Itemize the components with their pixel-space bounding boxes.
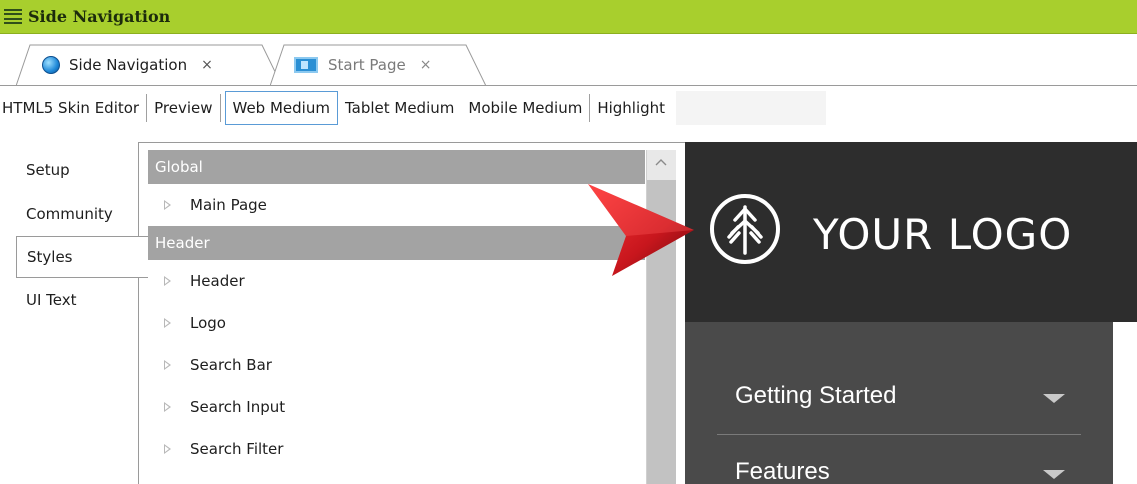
expand-icon[interactable] <box>164 200 171 210</box>
nav-label: Community <box>26 205 113 223</box>
toolbar: HTML5 Skin Editor Preview Web Medium Tab… <box>0 86 1137 130</box>
menu-icon[interactable] <box>4 8 22 25</box>
tab-label: Side Navigation <box>69 56 188 74</box>
tree-item-label: Header <box>190 272 245 290</box>
nav-label: Styles <box>27 248 73 266</box>
expand-icon[interactable] <box>164 318 171 328</box>
title-bar: Side Navigation <box>0 0 1137 34</box>
tree-logo-icon <box>710 194 780 264</box>
expand-icon[interactable] <box>164 444 171 454</box>
style-tree: Global Main Page Header Header Logo Sear… <box>148 150 645 484</box>
tree-item-logo[interactable]: Logo <box>148 302 645 344</box>
nav-item-community[interactable]: Community <box>0 192 140 236</box>
preview-nav-features[interactable]: Features <box>735 458 830 484</box>
expand-icon[interactable] <box>164 360 171 370</box>
nav-label: Setup <box>26 161 70 179</box>
tree-group-header: Header <box>148 226 645 260</box>
chevron-up-icon[interactable] <box>655 158 667 166</box>
preview-header: YOUR LOGO <box>685 142 1137 322</box>
tree-item-search-bar[interactable]: Search Bar <box>148 344 645 386</box>
red-arrow-icon <box>588 184 694 276</box>
nav-divider <box>717 434 1081 435</box>
highlight-dropdown[interactable] <box>676 91 827 125</box>
window-title: Side Navigation <box>28 7 171 26</box>
tree-item-label: Search Filter <box>190 440 284 458</box>
nav-item-ui-text[interactable]: UI Text <box>0 278 140 322</box>
tree-item-label: Search Bar <box>190 356 272 374</box>
nav-item-styles[interactable]: Styles <box>16 236 156 278</box>
preview-side-nav: Getting Started Features <box>685 322 1113 484</box>
close-icon[interactable]: × <box>420 57 432 73</box>
nav-item-setup[interactable]: Setup <box>0 148 140 192</box>
close-icon[interactable]: × <box>201 57 213 73</box>
toolbar-mobile-medium[interactable]: Mobile Medium <box>461 91 589 125</box>
preview-pane: YOUR LOGO Getting Started Features <box>685 142 1137 484</box>
tab-label: Start Page <box>328 56 406 74</box>
toolbar-web-medium[interactable]: Web Medium <box>224 91 338 125</box>
group-label: Header <box>155 234 210 252</box>
chevron-down-icon[interactable] <box>1043 470 1065 479</box>
tab-side-navigation[interactable]: Side Navigation × <box>16 44 282 86</box>
chevron-down-icon[interactable] <box>1043 394 1065 403</box>
tab-start-page[interactable]: Start Page × <box>270 44 486 86</box>
left-nav: Setup Community Styles UI Text <box>0 148 156 322</box>
expand-icon[interactable] <box>164 276 171 286</box>
tree-item-search-input[interactable]: Search Input <box>148 386 645 428</box>
tree-item-label: Logo <box>190 314 226 332</box>
logo-text: YOUR LOGO <box>813 210 1073 259</box>
tree-item-main-page[interactable]: Main Page <box>148 184 645 226</box>
globe-icon <box>42 56 60 74</box>
preview-nav-getting-started[interactable]: Getting Started <box>735 382 896 410</box>
toolbar-preview[interactable]: Preview <box>147 91 219 125</box>
toolbar-tablet-medium[interactable]: Tablet Medium <box>338 91 461 125</box>
tree-item-label: Search Input <box>190 398 286 416</box>
tree-item-label: Main Page <box>190 196 267 214</box>
toolbar-html5-skin-editor[interactable]: HTML5 Skin Editor <box>0 91 146 125</box>
tree-item-header[interactable]: Header <box>148 260 645 302</box>
toolbar-highlight-label: Highlight <box>597 99 666 117</box>
expand-icon[interactable] <box>164 402 171 412</box>
group-label: Global <box>155 158 203 176</box>
toolbar-divider <box>219 94 221 122</box>
tab-strip: Side Navigation × Start Page × <box>0 34 1137 86</box>
tree-group-header: Global <box>148 150 645 184</box>
tree-item-search-filter[interactable]: Search Filter <box>148 428 645 470</box>
nav-label: UI Text <box>26 291 77 309</box>
page-icon <box>294 57 318 73</box>
